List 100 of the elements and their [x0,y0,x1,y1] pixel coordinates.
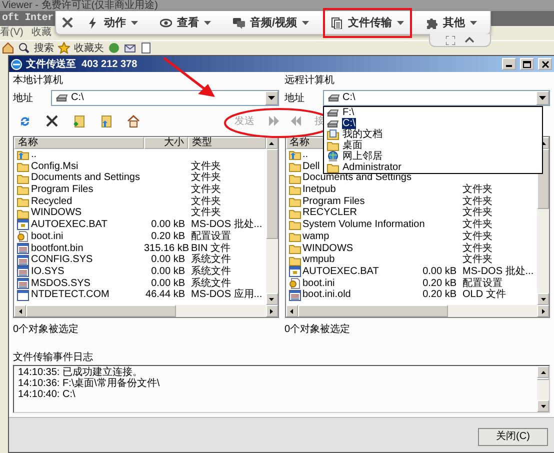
new-folder-icon[interactable] [73,114,86,128]
address-dropdown[interactable]: C:\ [51,90,278,106]
file-size: 0.20 kB [150,230,186,243]
file-name[interactable]: AUTOEXEC.BAT [31,219,108,231]
file-name[interactable]: boot.ini [302,278,335,290]
file-name[interactable]: WINDOWS [31,207,82,220]
dropdown-item[interactable]: Administrator [324,162,542,173]
file-name[interactable]: Inetpub [302,184,336,196]
file-name[interactable]: bootfont.bin [31,242,84,254]
file-type: 文件夹 [462,184,494,196]
file-type: 文件夹 [462,219,494,230]
dropdown-item[interactable]: 桌面 [324,140,542,151]
arrow-icon [540,296,546,302]
maximize-button[interactable] [520,58,534,70]
file-type: 系统文件 [190,254,232,266]
column-header[interactable]: 名称 [14,137,144,149]
folder-icon [17,208,29,219]
drive-icon [56,92,68,103]
window-title: oft Inter [2,13,54,24]
caret-icon [470,20,478,24]
close-button[interactable] [538,58,552,70]
column-header[interactable]: 大小 [144,137,188,149]
file-name[interactable]: Program Files [31,184,94,196]
file-name[interactable]: NTDETECT.COM [31,289,110,301]
file-name[interactable]: .. [31,149,37,161]
file-size: 46.44 kB [144,289,186,301]
chat-icon [233,16,245,28]
file-name[interactable]: .. [302,149,308,161]
file-name[interactable]: RECYCLER [302,207,357,220]
dropdown-item[interactable]: C:\ [324,118,542,129]
file-type: 文件夹 [462,207,494,218]
horizontal-scrollbar[interactable] [14,305,278,317]
file-name[interactable]: Config.Msi [31,160,78,172]
folder-icon [288,219,300,230]
parent-folder-icon[interactable] [100,114,113,128]
file-name[interactable]: Program Files [302,196,365,208]
toolbar-label[interactable]: 搜索 [34,41,54,55]
arrow-annotation [163,57,215,97]
file-name[interactable]: MSDOS.SYS [31,278,90,290]
fullscreen-icon[interactable] [446,36,455,44]
section-heading: 本地计算机 [13,75,63,86]
file-name[interactable]: Dell [302,160,320,172]
menu-button[interactable]: 文件传输 [323,8,412,38]
drive-icon [328,92,340,103]
file-type: 文件夹 [190,160,222,172]
collapse-icon[interactable] [465,37,474,43]
home-icon[interactable] [2,42,14,54]
menu-button[interactable]: 其他 [418,8,486,38]
file-name[interactable]: CONFIG.SYS [31,254,93,266]
file-type: 系统文件 [190,266,232,278]
minimize-button[interactable] [502,58,516,70]
menu-item[interactable]: 看(V) [0,26,24,40]
address-dropdown[interactable]: C:\ [322,90,550,106]
horizontal-scrollbar[interactable] [286,305,549,317]
refresh-icon[interactable] [19,114,32,128]
folder-icon [288,242,300,254]
delete-icon[interactable] [46,114,59,128]
file-name[interactable]: boot.ini [31,230,64,243]
menu-item[interactable]: 收藏 [31,26,52,40]
folder-icon [288,161,300,172]
folder-icon [288,184,300,196]
close-icon[interactable] [62,17,73,28]
caret-icon [397,20,404,24]
star-icon[interactable] [58,42,70,54]
search-icon[interactable] [18,42,30,54]
file-name[interactable]: IO.SYS [31,266,64,278]
file-type: 配置设置 [190,230,232,242]
file-name[interactable]: System Volume Information [302,219,425,231]
menu-button[interactable]: 查看 [152,8,219,38]
arrow-icon [269,296,274,302]
file-name[interactable]: Documents and Settings [31,172,140,184]
field-label: 地址 [13,92,34,104]
drive-icon [326,118,338,129]
mail-icon[interactable] [124,42,136,54]
file-name[interactable]: WINDOWS [302,242,354,254]
arrow-icon [540,404,546,408]
arrow-icon [18,308,22,314]
file-type: 文件夹 [462,242,494,254]
vertical-scrollbar[interactable] [537,366,549,412]
folder-icon [288,172,300,184]
file-name[interactable]: AUTOEXEC.BAT [302,266,379,278]
dropdown-item[interactable]: 网上邻居 [324,151,542,162]
file-name[interactable]: boot.ini.old [302,289,351,301]
file-type: 文件夹 [190,172,222,184]
dropdown-item[interactable]: 我的文档 [324,129,542,140]
vertical-scrollbar[interactable] [266,137,278,305]
menu-button[interactable]: 音频/视频 [225,8,318,38]
toolbar-label[interactable]: 收藏夹 [74,41,104,55]
file-name[interactable]: wamp [302,230,330,243]
file-type: 系统文件 [190,278,232,290]
close-button[interactable]: 关闭(C) [478,428,548,446]
program-file-icon [17,290,29,301]
file-name[interactable]: wmpub [302,254,335,266]
file-name[interactable]: Recycled [31,196,72,208]
close-icon [542,60,548,68]
column-header[interactable]: 类型 [188,137,266,149]
home-icon[interactable] [127,114,140,128]
file-size: 315.16 kB [144,242,188,254]
dropdown-item[interactable]: F:\ [324,107,542,118]
settings-file-icon [288,278,300,289]
